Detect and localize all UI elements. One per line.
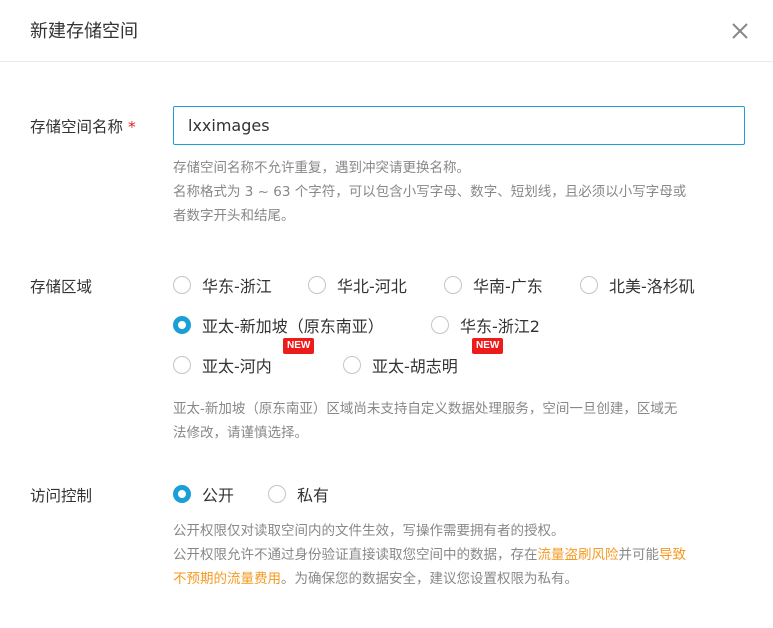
access-label: 访问控制 xyxy=(30,487,93,505)
unexpected-cost-link[interactable]: 不预期的流量费用 xyxy=(173,571,281,587)
radio-circle xyxy=(343,356,361,374)
radio-circle xyxy=(308,276,326,294)
region-option[interactable]: 华南-广东 xyxy=(444,273,543,297)
region-option[interactable]: 亚太-胡志明 NEW xyxy=(343,338,504,377)
traffic-theft-risk-link[interactable]: 流量盗刷风险 xyxy=(538,547,619,563)
new-badge: NEW xyxy=(283,338,315,354)
region-option[interactable]: 亚太-新加坡（原东南亚） xyxy=(173,313,384,337)
region-help: 亚太-新加坡（原东南亚）区域尚未支持自定义数据处理服务，空间一旦创建，区域无 法… xyxy=(173,401,678,441)
dialog-header: 新建存储空间 xyxy=(0,0,773,62)
region-option[interactable]: 亚太-河内 NEW xyxy=(173,338,315,377)
region-option[interactable]: 华北-河北 xyxy=(308,273,407,297)
radio-circle xyxy=(173,276,191,294)
radio-circle xyxy=(173,485,191,503)
radio-circle xyxy=(444,276,462,294)
required-mark: * xyxy=(128,118,136,136)
access-help: 公开权限仅对读取空间内的文件生效，写操作需要拥有者的授权。 公开权限允许不通过身… xyxy=(173,523,686,587)
radio-circle xyxy=(431,316,449,334)
bucket-name-input[interactable] xyxy=(173,106,745,145)
radio-circle xyxy=(580,276,598,294)
access-option-public[interactable]: 公开 xyxy=(173,482,234,506)
access-option-private[interactable]: 私有 xyxy=(268,482,329,506)
bucket-name-help: 存储空间名称不允许重复，遇到冲突请更换名称。 名称格式为 3 ~ 63 个字符，… xyxy=(173,160,687,224)
region-option[interactable]: 北美-洛杉矶 xyxy=(580,273,695,297)
radio-circle xyxy=(173,356,191,374)
close-icon[interactable] xyxy=(730,21,750,41)
region-label: 存储区域 xyxy=(30,278,93,296)
region-option[interactable]: 华东-浙江2 xyxy=(431,313,540,337)
dialog-title: 新建存储空间 xyxy=(30,21,138,42)
region-option[interactable]: 华东-浙江 xyxy=(173,273,272,297)
radio-circle xyxy=(173,316,191,334)
radio-circle xyxy=(268,485,286,503)
new-badge: NEW xyxy=(472,338,504,354)
unexpected-cost-link[interactable]: 导致 xyxy=(659,547,686,563)
bucket-name-label: 存储空间名称 * xyxy=(30,118,136,136)
